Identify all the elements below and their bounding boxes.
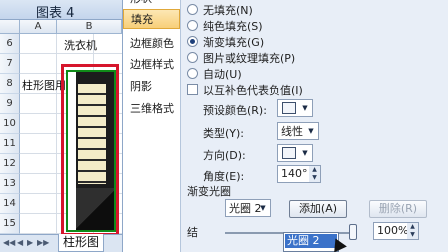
prev-sheet-icon[interactable]: ◀: [17, 238, 23, 247]
row-header[interactable]: 12: [0, 154, 20, 174]
spin-down-icon[interactable]: ▼: [309, 174, 320, 182]
column-header-a[interactable]: A: [20, 20, 57, 34]
row-header[interactable]: 11: [0, 134, 20, 154]
column-header-b[interactable]: B: [57, 20, 122, 34]
category-nav: 形状 填充 边框颜色 边框样式 阴影 三维格式: [123, 0, 181, 252]
preset-colors-label: 预设颜色(R):: [203, 104, 267, 117]
gradient-stops-heading: 渐变光圈: [187, 185, 231, 198]
row-header[interactable]: 7: [0, 54, 20, 74]
nav-item-shadow[interactable]: 阴影: [123, 77, 180, 97]
radio-gradient-fill[interactable]: 渐变填充(G): [187, 34, 264, 49]
row-header[interactable]: 13: [0, 174, 20, 194]
radio-selected-icon: [187, 36, 198, 47]
chart-bar-stack: [78, 84, 106, 184]
angle-spinner[interactable]: 140° ▲ ▼: [277, 165, 321, 183]
remove-stop-button[interactable]: 删除(R): [369, 200, 427, 218]
window-title-bar: 图表 4: [0, 0, 122, 21]
radio-label: 纯色填充(S): [203, 19, 263, 33]
radio-label: 自动(U): [203, 67, 242, 81]
nav-item-shape[interactable]: 形状: [123, 0, 180, 9]
chart-edge: [68, 72, 76, 230]
sheet-tab-bar: ◀◀ ◀ ▶ ▶▶ 柱形图: [0, 234, 122, 252]
embedded-chart[interactable]: [66, 70, 116, 232]
row-header[interactable]: 14: [0, 194, 20, 214]
select-all-corner[interactable]: [0, 20, 20, 34]
checkbox-label: 以互补色代表负值(I): [203, 83, 303, 97]
nav-item-border-color[interactable]: 边框颜色: [123, 34, 180, 54]
radio-picture-fill[interactable]: 图片或纹理填充(P): [187, 50, 295, 65]
preset-colors-dropdown[interactable]: ▼: [277, 99, 313, 117]
transparency-spinner[interactable]: 100% ▲ ▼: [373, 222, 419, 240]
radio-label: 图片或纹理填充(P): [203, 51, 296, 65]
transparency-value: 100%: [377, 224, 409, 237]
fill-panel: 无填充(N) 纯色填充(S) 渐变填充(G) 图片或纹理填充(P) 自动(U) …: [181, 0, 448, 252]
chevron-down-icon: ▼: [308, 127, 314, 135]
radio-no-fill[interactable]: 无填充(N): [187, 2, 253, 17]
radio-label: 无填充(N): [203, 3, 253, 17]
checkbox-icon: [187, 84, 198, 95]
row-header[interactable]: 8: [0, 74, 20, 94]
next-sheet-icon[interactable]: ▶: [27, 238, 33, 247]
radio-solid-fill[interactable]: 纯色填充(S): [187, 18, 263, 33]
direction-label: 方向(D):: [203, 149, 246, 162]
window-title: 图表 4: [36, 6, 75, 21]
invert-if-negative-checkbox[interactable]: 以互补色代表负值(I): [187, 82, 303, 97]
row-header[interactable]: 9: [0, 94, 20, 114]
last-sheet-icon[interactable]: ▶▶: [37, 238, 49, 247]
color-swatch-icon: [282, 102, 296, 114]
angle-label: 角度(E):: [203, 170, 245, 183]
first-sheet-icon[interactable]: ◀◀: [3, 238, 15, 247]
format-chart-dialog: 形状 填充 边框颜色 边框样式 阴影 三维格式 无填充(N) 纯色填充(S) 渐…: [122, 0, 448, 252]
direction-dropdown[interactable]: ▼: [277, 144, 313, 162]
stop-position-label: 结: [187, 226, 198, 239]
nav-item-3d-format[interactable]: 三维格式: [123, 99, 180, 119]
angle-value: 140°: [281, 167, 308, 180]
row-header[interactable]: 6: [0, 34, 20, 54]
row-header[interactable]: 15: [0, 214, 20, 234]
direction-preview-icon: [282, 147, 296, 159]
radio-label: 渐变填充(G): [203, 35, 265, 49]
sheet-tab-active[interactable]: 柱形图: [58, 234, 104, 252]
chevron-down-icon: ▼: [260, 204, 266, 212]
add-stop-button[interactable]: 添加(A): [289, 200, 347, 218]
type-dropdown[interactable]: 线性 ▼: [277, 122, 319, 140]
row-header[interactable]: 10: [0, 114, 20, 134]
cell-b6[interactable]: 洗衣机: [64, 37, 97, 53]
spin-up-icon[interactable]: ▲: [309, 166, 320, 174]
nav-item-border-style[interactable]: 边框样式: [123, 55, 180, 75]
slider-thumb[interactable]: [349, 224, 357, 240]
radio-icon: [187, 68, 198, 79]
radio-automatic[interactable]: 自动(U): [187, 66, 242, 81]
radio-icon: [187, 4, 198, 15]
spreadsheet-window: 图表 4 A B 6 7 8 9 10 11 12 13 14 15 洗衣机 柱…: [0, 0, 122, 252]
chevron-down-icon: ▼: [302, 104, 308, 112]
radio-icon: [187, 52, 198, 63]
chevron-down-icon: ▼: [302, 149, 308, 157]
nav-item-fill[interactable]: 填充: [123, 9, 180, 29]
radio-icon: [187, 20, 198, 31]
gradient-stop-dropdown[interactable]: 光圈 2 ▼: [225, 199, 271, 217]
spin-down-icon[interactable]: ▼: [407, 231, 418, 239]
spin-up-icon[interactable]: ▲: [407, 223, 418, 231]
type-label: 类型(Y):: [203, 127, 245, 140]
type-value: 线性: [281, 125, 303, 138]
